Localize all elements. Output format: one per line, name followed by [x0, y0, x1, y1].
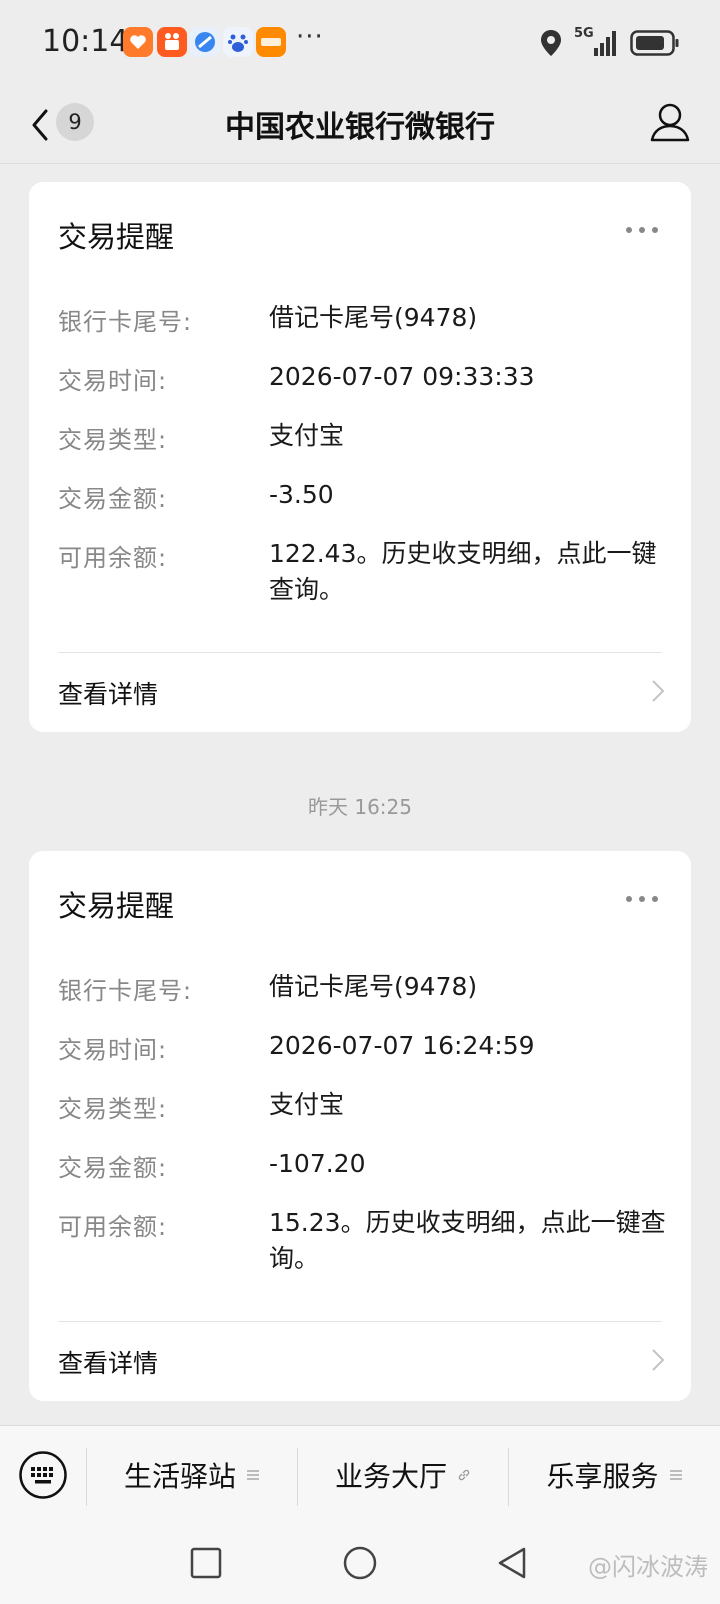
- amount-value: -3.50: [269, 480, 334, 509]
- battery-icon: [630, 30, 679, 56]
- chevron-left-icon: [32, 109, 48, 141]
- card-title: 交易提醒: [58, 889, 175, 923]
- user-icon: [650, 103, 690, 142]
- card-title: 交易提醒: [58, 220, 175, 254]
- more-options-icon[interactable]: [625, 226, 659, 234]
- chevron-right-icon: [652, 680, 665, 702]
- amount-value: -107.20: [269, 1149, 366, 1178]
- time-value: 2026-07-07 09:33:33: [269, 362, 535, 391]
- bottom-menu: 生活驿站 业务大厅 乐享服务: [0, 1425, 720, 1523]
- type-value: 支付宝: [269, 421, 345, 450]
- profile-button[interactable]: [648, 100, 692, 144]
- time-label: 交易时间:: [58, 1036, 168, 1064]
- view-details-link[interactable]: 查看详情: [29, 1322, 691, 1398]
- home-icon[interactable]: [340, 1543, 380, 1583]
- balance-value[interactable]: 122.43。历史收支明细，点此一键查询。: [269, 536, 669, 608]
- back-button[interactable]: [24, 100, 56, 150]
- transaction-card: 交易提醒 银行卡尾号: 借记卡尾号(9478) 交易时间: 2026-07-07…: [29, 182, 691, 732]
- browser-app-icon: [190, 27, 220, 57]
- menu-list-icon: [669, 1470, 682, 1480]
- card-tail-label: 银行卡尾号:: [58, 308, 193, 336]
- view-details-label: 查看详情: [58, 680, 159, 709]
- menu-list-icon: [247, 1470, 259, 1480]
- app-store-icon: [256, 27, 286, 57]
- keyboard-icon: [19, 1451, 67, 1499]
- baidu-app-icon: [223, 27, 253, 57]
- menu-business-hall[interactable]: 业务大厅: [298, 1426, 508, 1524]
- link-icon: [458, 1469, 470, 1481]
- watermark-text: @闪冰波涛: [588, 1553, 708, 1581]
- balance-label: 可用余额:: [58, 1213, 168, 1241]
- back-triangle-icon[interactable]: [492, 1543, 532, 1583]
- status-time: 10:14: [42, 24, 129, 59]
- status-indicators: 5G: [540, 26, 680, 60]
- keyboard-toggle-button[interactable]: [18, 1450, 68, 1500]
- card-tail-label: 银行卡尾号:: [58, 977, 193, 1005]
- recent-apps-icon[interactable]: [186, 1543, 226, 1583]
- type-label: 交易类型:: [58, 426, 168, 454]
- balance-label: 可用余额:: [58, 544, 168, 572]
- view-details-link[interactable]: 查看详情: [29, 653, 691, 729]
- system-nav-bar: @闪冰波涛: [0, 1523, 720, 1604]
- signal-icon: 5G: [574, 26, 618, 58]
- type-value: 支付宝: [269, 1090, 345, 1119]
- more-notifications-icon: ···: [296, 22, 324, 52]
- balance-value[interactable]: 15.23。历史收支明细，点此一键查询。: [269, 1205, 669, 1277]
- amount-label: 交易金额:: [58, 1154, 168, 1182]
- amount-label: 交易金额:: [58, 485, 168, 513]
- transaction-card: 交易提醒 银行卡尾号: 借记卡尾号(9478) 交易时间: 2026-07-07…: [29, 851, 691, 1401]
- menu-label: 乐享服务: [546, 1460, 659, 1493]
- type-label: 交易类型:: [58, 1095, 168, 1123]
- menu-label: 业务大厅: [334, 1460, 447, 1493]
- page-title: 中国农业银行微银行: [225, 110, 495, 145]
- time-value: 2026-07-07 16:24:59: [269, 1031, 535, 1060]
- chevron-right-icon: [652, 1349, 665, 1371]
- status-bar: 10:14 ··· 5G: [0, 0, 720, 88]
- chat-page: 10:14 ··· 5G 9 中国农业银行微银行 交易提醒 银行卡尾号: 借记卡…: [0, 0, 720, 1604]
- unread-count-badge[interactable]: 9: [56, 103, 94, 141]
- card-tail-value: 借记卡尾号(9478): [269, 303, 478, 332]
- card-tail-value: 借记卡尾号(9478): [269, 972, 478, 1001]
- location-icon: [541, 30, 561, 56]
- menu-life-station[interactable]: 生活驿站: [87, 1426, 297, 1524]
- menu-label: 生活驿站: [123, 1460, 236, 1493]
- time-label: 交易时间:: [58, 367, 168, 395]
- message-timestamp: 昨天 16:25: [308, 795, 412, 819]
- menu-enjoy-service[interactable]: 乐享服务: [509, 1426, 720, 1524]
- view-details-label: 查看详情: [58, 1349, 159, 1378]
- chat-header: 9 中国农业银行微银行: [0, 88, 720, 164]
- more-options-icon[interactable]: [625, 895, 659, 903]
- kuaishou-app-icon: [157, 27, 187, 57]
- heart-app-icon: [123, 27, 153, 57]
